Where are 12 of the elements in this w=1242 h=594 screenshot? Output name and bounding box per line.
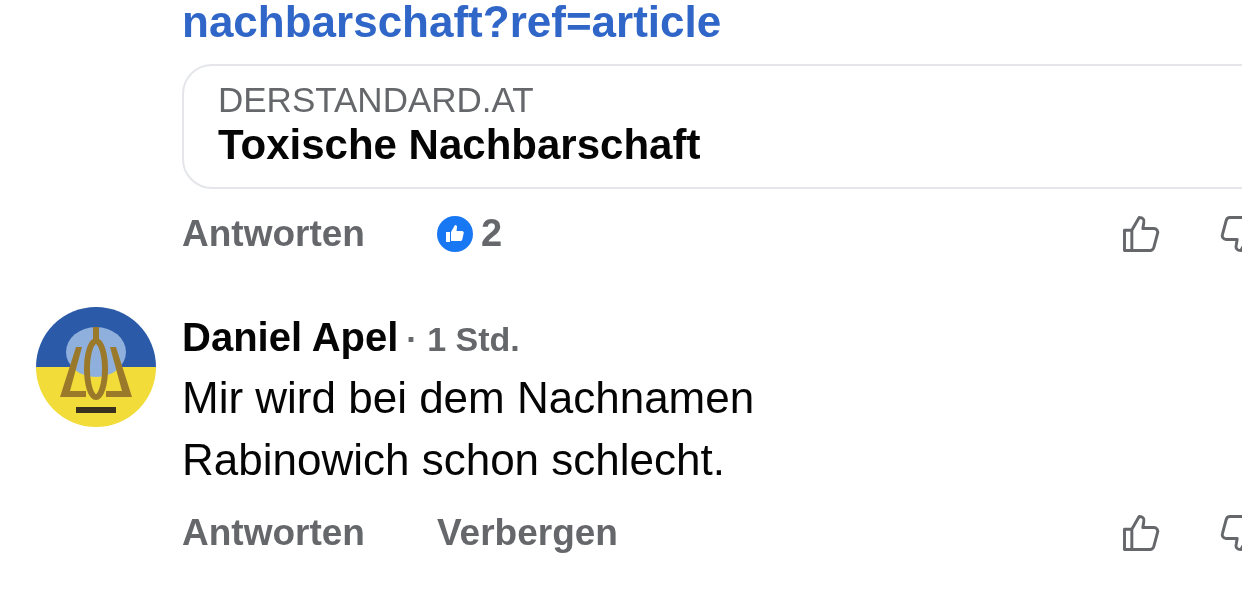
comment-time: · 1 Std. bbox=[406, 318, 520, 360]
comment-text: Mir wird bei dem Nachnamen Rabinowich schon schlecht. bbox=[182, 371, 756, 487]
link[interactable]: nachbarschaft?ref=article bbox=[182, 0, 722, 44]
link-preview-card[interactable]: DERSTANDARD.AT Toxische Nachbarschaft bbox=[182, 64, 1242, 189]
preview-title: Toxische Nachbarschaft bbox=[218, 120, 702, 171]
reply-button[interactable]: Antworten bbox=[182, 504, 365, 561]
reply-button[interactable]: Antworten bbox=[182, 205, 365, 262]
reaction-count: 2 bbox=[480, 211, 503, 257]
hide-button[interactable]: Verbergen bbox=[436, 504, 618, 561]
author-name[interactable]: Daniel Apel bbox=[182, 306, 399, 367]
like-reaction-icon bbox=[436, 215, 473, 252]
preview-domain: DERSTANDARD.AT bbox=[218, 80, 535, 121]
